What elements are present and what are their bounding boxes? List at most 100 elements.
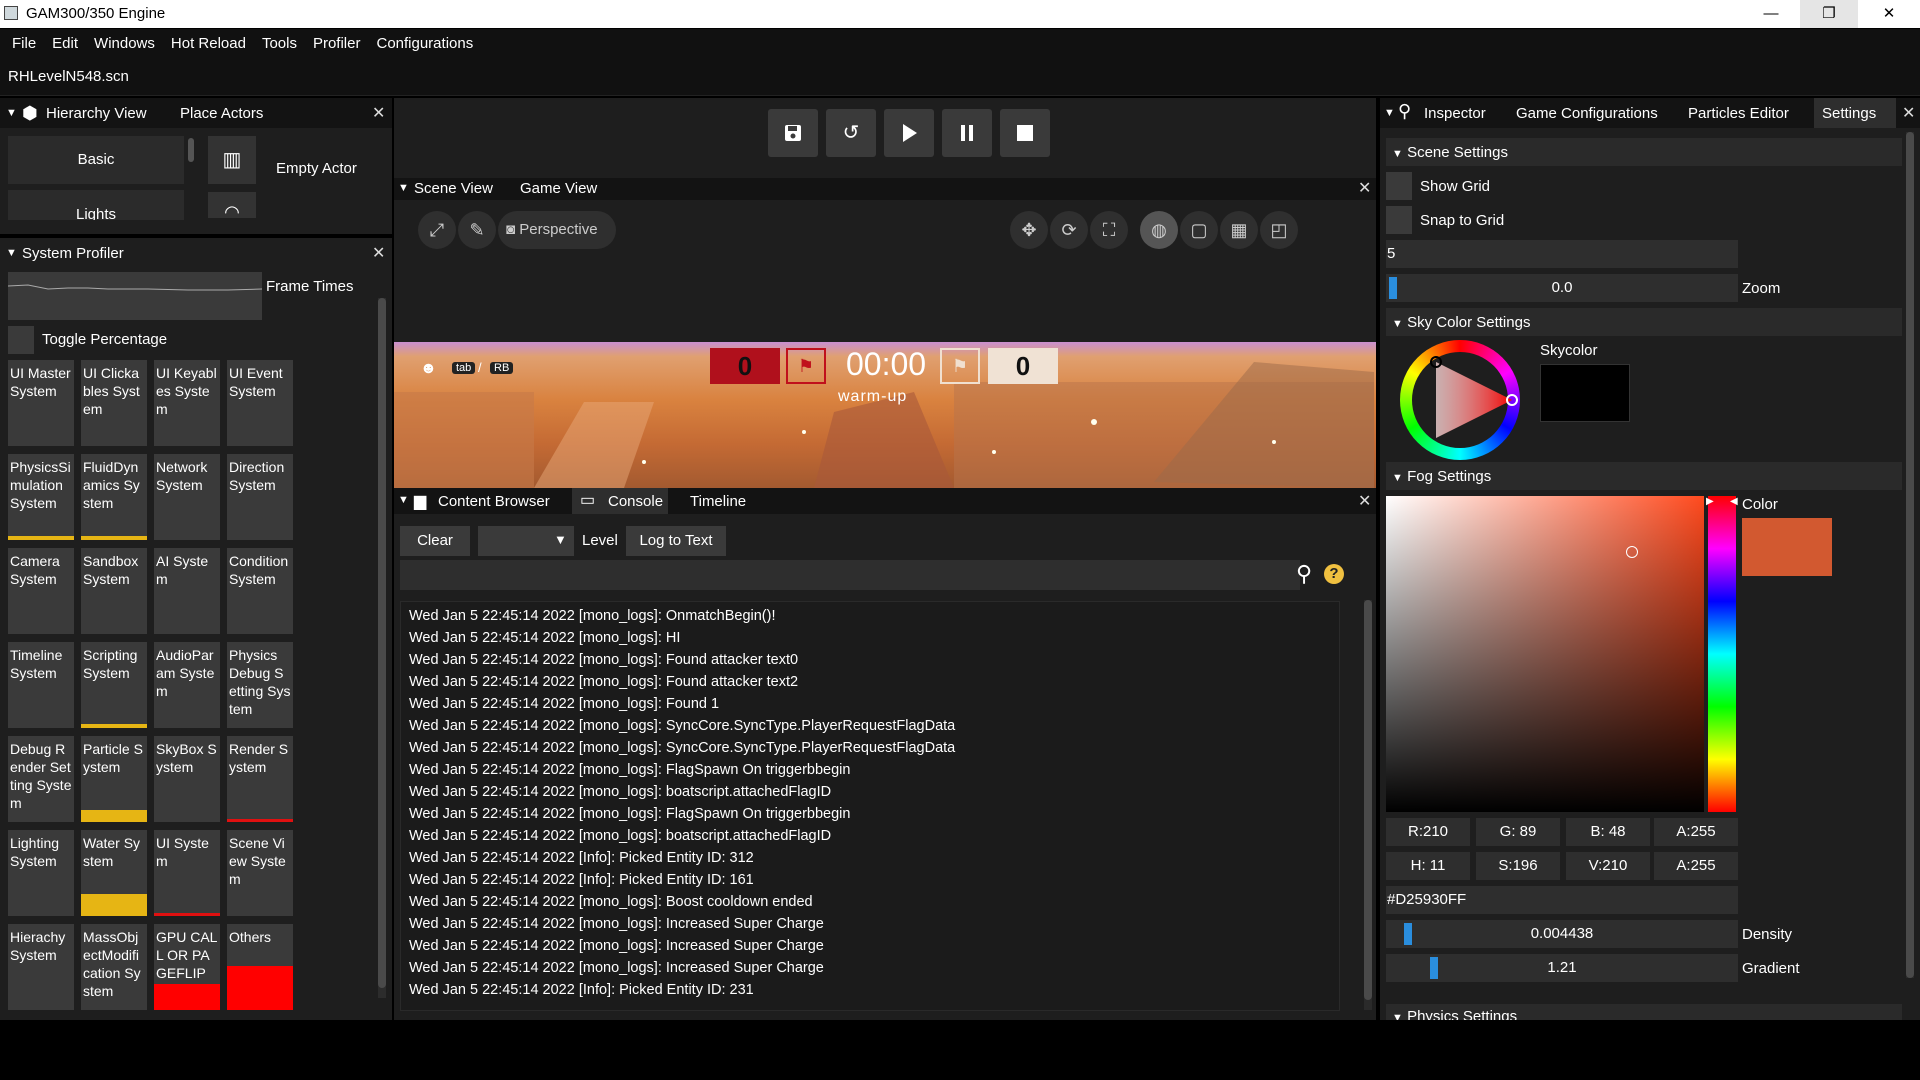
close-icon[interactable]: ✕: [372, 243, 385, 263]
log-to-text-button[interactable]: Log to Text: [626, 526, 726, 556]
clear-button[interactable]: Clear: [400, 526, 470, 556]
grid-size-input[interactable]: 5: [1386, 240, 1738, 268]
fog-r-field[interactable]: R:210: [1386, 818, 1470, 846]
console-scrollbar[interactable]: [1364, 600, 1372, 1010]
log-line[interactable]: Wed Jan 5 22:45:14 2022 [mono_logs]: HI: [409, 630, 680, 646]
system-tile[interactable]: GPU CALL OR PAGEFLIP: [154, 924, 220, 1010]
log-line[interactable]: Wed Jan 5 22:45:14 2022 [mono_logs]: Fla…: [409, 806, 850, 822]
menu-edit[interactable]: Edit: [44, 29, 86, 52]
zoom-slider-grab[interactable]: [1389, 277, 1397, 299]
zoom-slider[interactable]: 0.0: [1386, 274, 1738, 302]
density-slider[interactable]: 0.004438: [1386, 920, 1738, 948]
category-lights[interactable]: Lights: [8, 190, 184, 220]
log-line[interactable]: Wed Jan 5 22:45:14 2022 [mono_logs]: Inc…: [409, 916, 824, 932]
globe-icon[interactable]: ◍: [1140, 211, 1178, 249]
collapse-icon[interactable]: ▼: [1384, 107, 1395, 119]
search-icon[interactable]: ⚲: [1296, 561, 1312, 587]
move-icon[interactable]: ✥: [1010, 211, 1048, 249]
console-search-input[interactable]: [400, 560, 1300, 590]
menu-profiler[interactable]: Profiler: [305, 29, 369, 52]
system-tile[interactable]: Timeline System: [8, 642, 74, 728]
menu-tools[interactable]: Tools: [254, 29, 305, 52]
fog-b-field[interactable]: B: 48: [1566, 818, 1650, 846]
perspective-button[interactable]: ◙ Perspective: [498, 211, 616, 249]
log-line[interactable]: Wed Jan 5 22:45:14 2022 [mono_logs]: Fou…: [409, 652, 798, 668]
tab-console[interactable]: Console: [608, 493, 663, 510]
scale-icon[interactable]: ⛶: [1090, 211, 1128, 249]
tab-scene-view[interactable]: Scene View: [414, 180, 493, 197]
play-icon[interactable]: [884, 109, 934, 157]
collapse-icon[interactable]: ▼: [398, 182, 409, 194]
system-tile[interactable]: UI System: [154, 830, 220, 916]
fog-color-swatch[interactable]: [1742, 518, 1832, 576]
system-tile[interactable]: Camera System: [8, 548, 74, 634]
empty-actor-icon[interactable]: ▥: [208, 136, 256, 184]
scene-settings-header[interactable]: ▼ Scene Settings: [1386, 138, 1902, 166]
system-tile[interactable]: Condition System: [227, 548, 293, 634]
grid-icon[interactable]: ▦: [1220, 211, 1258, 249]
log-line[interactable]: Wed Jan 5 22:45:14 2022 [mono_logs]: Syn…: [409, 740, 955, 756]
close-icon[interactable]: ✕: [1902, 103, 1915, 123]
show-grid-checkbox[interactable]: [1386, 172, 1412, 200]
system-tile[interactable]: Particle System: [81, 736, 147, 822]
sky-color-wheel[interactable]: [1400, 340, 1520, 460]
scrollbar[interactable]: [188, 138, 194, 162]
category-basic[interactable]: Basic: [8, 136, 184, 184]
fog-sv-picker[interactable]: [1386, 496, 1704, 812]
rotate-icon[interactable]: ⟳: [1050, 211, 1088, 249]
system-tile[interactable]: SkyBox System: [154, 736, 220, 822]
system-tile[interactable]: Physics Debug Setting System: [227, 642, 293, 728]
system-tile[interactable]: UI Event System: [227, 360, 293, 446]
close-icon[interactable]: ✕: [1358, 491, 1371, 511]
system-tile[interactable]: UI Master System: [8, 360, 74, 446]
system-tile[interactable]: AudioParam System: [154, 642, 220, 728]
skycolor-swatch[interactable]: [1540, 364, 1630, 422]
fog-settings-header[interactable]: ▼ Fog Settings: [1386, 462, 1902, 490]
game-viewport[interactable]: ☻ tab / RB 0 ⚑ 00:00 ⚑ 0 warm-up: [394, 342, 1376, 488]
log-line[interactable]: Wed Jan 5 22:45:14 2022 [mono_logs]: Inc…: [409, 960, 824, 976]
close-window-button[interactable]: ✕: [1858, 0, 1920, 28]
system-tile[interactable]: AI System: [154, 548, 220, 634]
tab-content-browser[interactable]: Content Browser: [438, 493, 550, 510]
menu-hot-reload[interactable]: Hot Reload: [163, 29, 254, 52]
minimize-button[interactable]: —: [1742, 0, 1800, 28]
empty-actor-label[interactable]: Empty Actor: [276, 160, 357, 177]
collapse-icon[interactable]: ▼: [6, 107, 17, 119]
tab-particles-editor[interactable]: Particles Editor: [1688, 105, 1789, 122]
inspector-scrollbar[interactable]: [1906, 132, 1914, 978]
system-tile[interactable]: UI Clickables System: [81, 360, 147, 446]
log-line[interactable]: Wed Jan 5 22:45:14 2022 [mono_logs]: Fou…: [409, 696, 719, 712]
fog-a-field[interactable]: A:255: [1654, 818, 1738, 846]
log-line[interactable]: Wed Jan 5 22:45:14 2022 [mono_logs]: Onm…: [409, 608, 776, 624]
fog-h-field[interactable]: H: 11: [1386, 852, 1470, 880]
fog-hue-slider[interactable]: ▶ ◀: [1706, 496, 1738, 812]
fog-s-field[interactable]: S:196: [1476, 852, 1560, 880]
tab-timeline[interactable]: Timeline: [690, 493, 746, 510]
density-slider-grab[interactable]: [1404, 923, 1412, 945]
log-line[interactable]: Wed Jan 5 22:45:14 2022 [mono_logs]: Syn…: [409, 718, 955, 734]
system-tile[interactable]: PhysicsSimulation System: [8, 454, 74, 540]
sky-color-header[interactable]: ▼ Sky Color Settings: [1386, 308, 1902, 336]
level-dropdown[interactable]: ▼: [478, 526, 574, 556]
tab-game-configurations[interactable]: Game Configurations: [1516, 105, 1658, 122]
menu-file[interactable]: File: [0, 29, 44, 52]
restore-button[interactable]: ❐: [1800, 0, 1858, 28]
snap-to-grid-checkbox[interactable]: [1386, 206, 1412, 234]
system-tile[interactable]: Water System: [81, 830, 147, 916]
fog-v-field[interactable]: V:210: [1566, 852, 1650, 880]
system-tile[interactable]: Debug Render Setting System: [8, 736, 74, 822]
system-tile[interactable]: Others: [227, 924, 293, 1010]
fog-a2-field[interactable]: A:255: [1654, 852, 1738, 880]
collapse-icon[interactable]: ▼: [6, 247, 17, 259]
log-line[interactable]: Wed Jan 5 22:45:14 2022 [mono_logs]: Fla…: [409, 762, 850, 778]
profiler-scrollbar[interactable]: [378, 298, 386, 998]
sv-cursor[interactable]: [1626, 546, 1638, 558]
menu-configurations[interactable]: Configurations: [368, 29, 481, 52]
log-line[interactable]: Wed Jan 5 22:45:14 2022 [mono_logs]: boa…: [409, 828, 831, 844]
system-tile[interactable]: Lighting System: [8, 830, 74, 916]
system-tile[interactable]: Render System: [227, 736, 293, 822]
bounds-icon[interactable]: ▢: [1180, 211, 1218, 249]
system-tile[interactable]: Scene View System: [227, 830, 293, 916]
log-line[interactable]: Wed Jan 5 22:45:14 2022 [mono_logs]: Boo…: [409, 894, 813, 910]
tab-hierarchy-view[interactable]: Hierarchy View: [46, 105, 147, 122]
